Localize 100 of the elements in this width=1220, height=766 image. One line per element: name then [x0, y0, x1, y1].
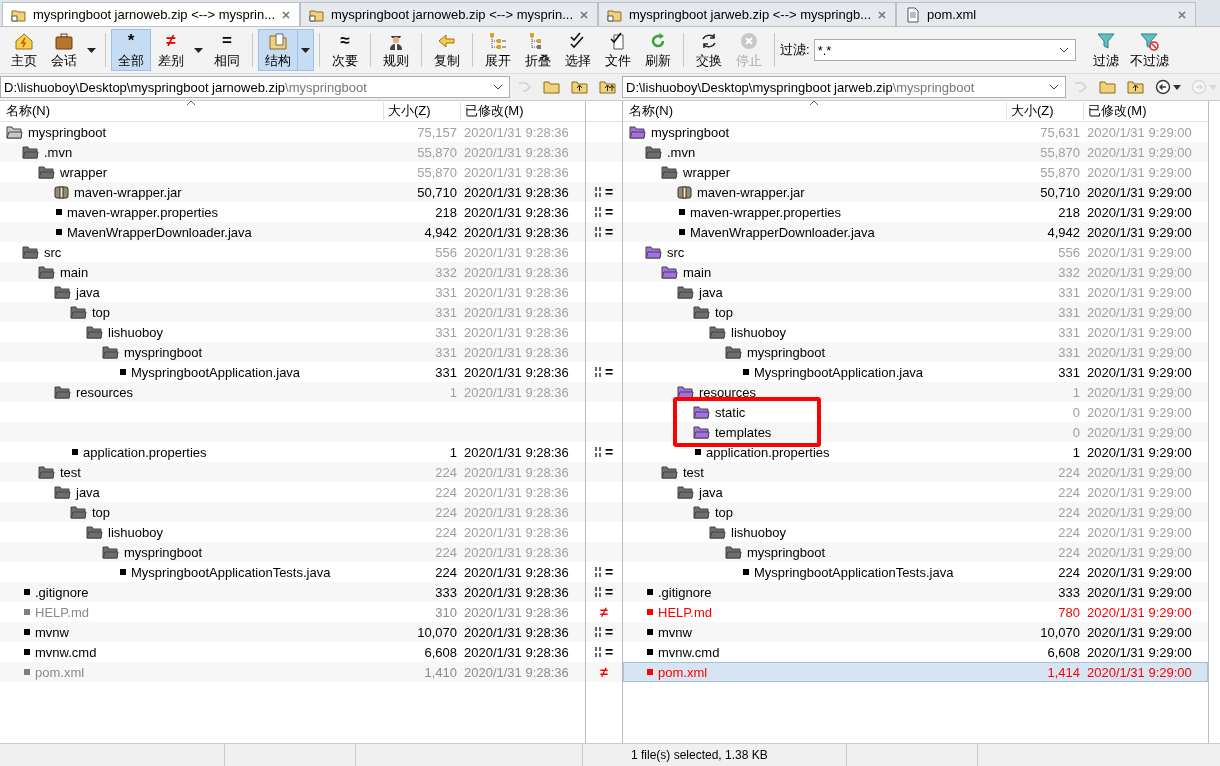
file-name: myspringboot — [747, 544, 826, 560]
file-name: myspringboot — [124, 544, 203, 560]
toolbar-button[interactable]: 折叠 — [519, 30, 557, 70]
file-row[interactable]: MyspringbootApplication.java 331 2020/1/31 9:29:00 — [623, 362, 1208, 382]
toolbar-button[interactable]: 会话 — [45, 30, 83, 70]
toolbar-button[interactable]: 刷新 — [639, 30, 677, 70]
file-row[interactable]: lishuoboy 224 2020/1/31 9:28:36 — [0, 522, 585, 542]
file-size: 333 — [434, 584, 457, 600]
file-row[interactable]: maven-wrapper.jar 50,710 2020/1/31 9:28:36 — [0, 182, 585, 202]
file-row[interactable]: wrapper 55,870 2020/1/31 9:29:00 — [623, 162, 1208, 182]
file-row[interactable]: top 331 2020/1/31 9:29:00 — [623, 302, 1208, 322]
file-row[interactable]: myspringboot 331 2020/1/31 9:28:36 — [0, 342, 585, 362]
file-row[interactable]: .mvn 55,870 2020/1/31 9:29:00 — [623, 142, 1208, 162]
document-tab[interactable]: myspringboot jarnoweb.zip <--> mysprin... — [2, 2, 300, 26]
file-size: 50,710 — [1039, 184, 1080, 200]
file-row[interactable]: top 224 2020/1/31 9:29:00 — [623, 502, 1208, 522]
file-row[interactable]: main 332 2020/1/31 9:28:36 — [0, 262, 585, 282]
file-size: 10,070 — [1039, 624, 1080, 640]
file-row[interactable]: lishuoboy 331 2020/1/31 9:29:00 — [623, 322, 1208, 342]
file-row[interactable]: java 331 2020/1/31 9:29:00 — [623, 282, 1208, 302]
toolbar-button[interactable]: 不过滤 — [1126, 30, 1172, 70]
file-row[interactable]: resources 1 2020/1/31 9:28:36 — [0, 382, 585, 402]
toolbar-button[interactable]: 文件 — [599, 30, 637, 70]
column-header[interactable]: 名称(N) — [623, 102, 1007, 120]
compare-mark: ≠ — [600, 664, 608, 680]
file-row[interactable]: resources 1 2020/1/31 9:29:00 — [623, 382, 1208, 402]
file-row[interactable]: myspringboot 224 2020/1/31 9:29:00 — [623, 542, 1208, 562]
toolbar-button[interactable]: ≈ 次要 — [326, 30, 364, 70]
file-row[interactable]: application.properties 1 2020/1/31 9:29:00 — [623, 442, 1208, 462]
file-size: 331 — [1057, 344, 1080, 360]
toolbar-button[interactable]: 展开 — [479, 30, 517, 70]
file-row[interactable]: mvnw 10,070 2020/1/31 9:29:00 — [623, 622, 1208, 642]
file-row[interactable]: MyspringbootApplicationTests.java 224 2020/1/31 9:29:00 — [623, 562, 1208, 582]
file-row[interactable]: top 224 2020/1/31 9:28:36 — [0, 502, 585, 522]
file-row[interactable]: maven-wrapper.properties 218 2020/1/31 9:29:00 — [623, 202, 1208, 222]
file-row[interactable]: lishuoboy 331 2020/1/31 9:28:36 — [0, 322, 585, 342]
modified-date: 2020/1/31 9:29:00 — [1086, 204, 1192, 220]
file-row[interactable]: java 224 2020/1/31 9:29:00 — [623, 482, 1208, 502]
file-row[interactable]: maven-wrapper.properties 218 2020/1/31 9:28:36 — [0, 202, 585, 222]
file-size: 331 — [1057, 304, 1080, 320]
file-row[interactable]: mvnw.cmd 6,608 2020/1/31 9:29:00 — [623, 642, 1208, 662]
file-row[interactable]: myspringboot 331 2020/1/31 9:29:00 — [623, 342, 1208, 362]
column-header[interactable]: 已修改(M) — [461, 102, 524, 120]
filter-field[interactable]: *.* — [813, 39, 1076, 61]
file-row[interactable]: MyspringbootApplicationTests.java 224 2020/1/31 9:28:36 — [0, 562, 585, 582]
column-header[interactable]: 已修改(M) — [1084, 102, 1147, 120]
document-tab[interactable]: myspringboot jarnoweb.zip <--> mysprin... — [300, 2, 598, 26]
file-row[interactable]: myspringboot 224 2020/1/31 9:28:36 — [0, 542, 585, 562]
file-size: 1 — [448, 384, 457, 400]
file-size: 224 — [434, 484, 457, 500]
modified-date: 2020/1/31 9:29:00 — [1086, 284, 1192, 300]
document-tab[interactable]: myspringboot jarweb.zip <--> myspringb... — [598, 2, 896, 26]
file-row[interactable]: lishuoboy 224 2020/1/31 9:29:00 — [623, 522, 1208, 542]
toolbar-button[interactable]: 选择 — [559, 30, 597, 70]
file-row[interactable]: HELP.md 780 2020/1/31 9:29:00 — [623, 602, 1208, 622]
file-row[interactable]: .gitignore 333 2020/1/31 9:29:00 — [623, 582, 1208, 602]
file-size: 224 — [434, 564, 457, 580]
toolbar-button[interactable]: = 相同 — [208, 30, 246, 70]
modified-date: 2020/1/31 9:28:36 — [463, 124, 569, 140]
toolbar-button[interactable]: 复制 — [428, 30, 466, 70]
file-row[interactable]: MavenWrapperDownloader.java 4,942 2020/1/31 9:28:36 — [0, 222, 585, 242]
file-row[interactable]: static 0 2020/1/31 9:29:00 — [623, 402, 1208, 422]
file-row[interactable]: HELP.md 310 2020/1/31 9:28:36 — [0, 602, 585, 622]
compare-mark: = — [604, 204, 614, 220]
path-field[interactable]: D:\lishuoboy\Desktop\myspringboot jarweb.zip\myspringboot — [622, 76, 1066, 98]
path-field[interactable]: D:\lishuoboy\Desktop\myspringboot jarnoweb.zip\myspringboot — [0, 76, 510, 98]
file-row[interactable]: top 331 2020/1/31 9:28:36 — [0, 302, 585, 322]
toolbar-button[interactable]: 交换 — [690, 30, 728, 70]
file-row[interactable]: mvnw.cmd 6,608 2020/1/31 9:28:36 — [0, 642, 585, 662]
file-row[interactable]: .gitignore 333 2020/1/31 9:28:36 — [0, 582, 585, 602]
file-name: templates — [715, 424, 772, 440]
file-size: 224 — [1057, 544, 1080, 560]
toolbar-button[interactable]: 主页 — [5, 30, 43, 70]
file-row[interactable]: myspringboot 75,157 2020/1/31 9:28:36 — [0, 122, 585, 142]
file-row[interactable]: test 224 2020/1/31 9:28:36 — [0, 462, 585, 482]
file-row[interactable]: mvnw 10,070 2020/1/31 9:28:36 — [0, 622, 585, 642]
file-row[interactable]: application.properties 1 2020/1/31 9:28:36 — [0, 442, 585, 462]
document-tab[interactable]: pom.xml — [896, 2, 1196, 26]
file-row[interactable]: java 224 2020/1/31 9:28:36 — [0, 482, 585, 502]
file-row[interactable]: maven-wrapper.jar 50,710 2020/1/31 9:29:00 — [623, 182, 1208, 202]
toolbar-button[interactable]: 规则 — [377, 30, 415, 70]
column-header[interactable]: 名称(N) — [0, 102, 384, 120]
file-row[interactable]: MyspringbootApplication.java 331 2020/1/31 9:28:36 — [0, 362, 585, 382]
modified-date: 2020/1/31 9:28:36 — [463, 444, 569, 460]
toolbar-button[interactable]: ≠ 差别 — [152, 30, 190, 70]
file-row[interactable]: java 331 2020/1/31 9:28:36 — [0, 282, 585, 302]
file-row[interactable]: MavenWrapperDownloader.java 4,942 2020/1/31 9:29:00 — [623, 222, 1208, 242]
file-row[interactable]: myspringboot 75,631 2020/1/31 9:29:00 — [623, 122, 1208, 142]
file-row[interactable]: templates 0 2020/1/31 9:29:00 — [623, 422, 1208, 442]
toolbar-button[interactable]: 过滤 — [1086, 30, 1125, 70]
file-name: maven-wrapper.properties — [67, 204, 219, 220]
file-row[interactable]: main 332 2020/1/31 9:29:00 — [623, 262, 1208, 282]
file-row[interactable]: src 556 2020/1/31 9:28:36 — [0, 242, 585, 262]
column-header[interactable]: 大小(Z) — [384, 102, 461, 120]
file-row[interactable]: src 556 2020/1/31 9:29:00 — [623, 242, 1208, 262]
toolbar-button[interactable]: * 全部 — [112, 30, 150, 70]
file-row[interactable]: .mvn 55,870 2020/1/31 9:28:36 — [0, 142, 585, 162]
file-row[interactable]: wrapper 55,870 2020/1/31 9:28:36 — [0, 162, 585, 182]
file-row[interactable]: test 224 2020/1/31 9:29:00 — [623, 462, 1208, 482]
column-header[interactable]: 大小(Z) — [1007, 102, 1084, 120]
